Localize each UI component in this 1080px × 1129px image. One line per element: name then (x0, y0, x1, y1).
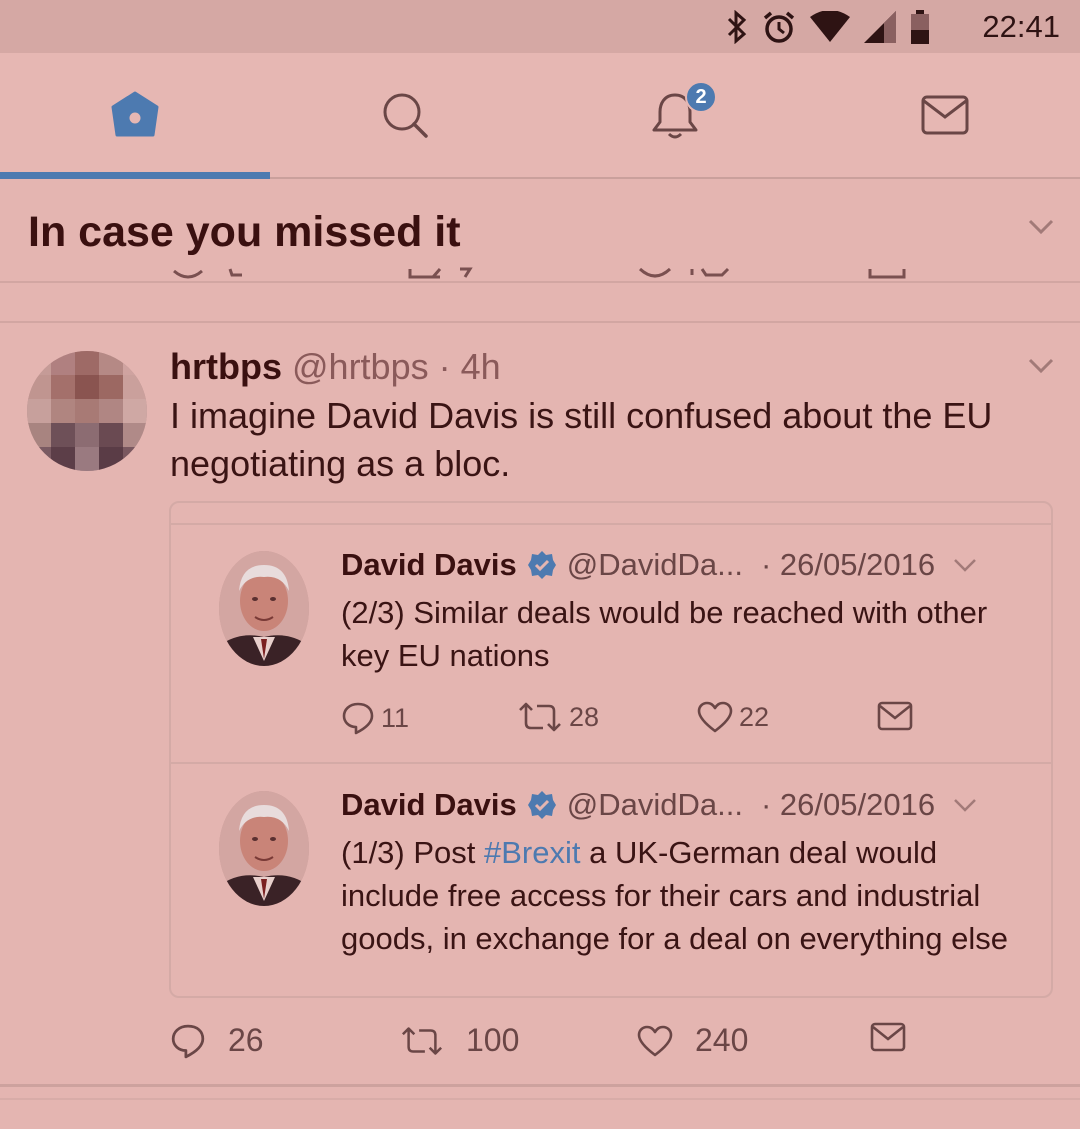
like-count: 240 (695, 1022, 749, 1058)
retweet-count: 28 (569, 701, 600, 732)
reply-icon (171, 1024, 205, 1058)
active-tab-indicator (0, 172, 270, 179)
chevron-down-icon[interactable] (953, 558, 977, 572)
reply-button[interactable]: 11 (341, 701, 409, 735)
mail-icon (877, 701, 913, 731)
home-icon (111, 91, 159, 137)
status-bar: 22:41 (0, 0, 1080, 53)
wifi-icon (810, 11, 850, 42)
tweet-handle-time: @hrtbps · 4h (292, 346, 501, 387)
avatar[interactable] (219, 791, 309, 906)
divider (0, 1084, 1080, 1087)
reply-count: 26 (228, 1022, 264, 1058)
tweet-display-name[interactable]: hrtbps (170, 346, 282, 388)
reply-count: 11 (381, 702, 410, 733)
quoted-tweet-card[interactable]: David Davis @DavidDa... · 26/05/2016 (2/… (169, 501, 1053, 998)
avatar-portrait (219, 551, 309, 666)
quoted-tweet-text: (1/3) Post #Brexit a UK-German deal woul… (341, 831, 1031, 960)
tab-notifications[interactable] (540, 53, 810, 177)
chevron-down-icon[interactable] (1028, 358, 1054, 374)
tab-messages[interactable] (810, 53, 1080, 177)
avatar[interactable] (219, 551, 309, 666)
quoted-handle: @DavidDa... (566, 787, 743, 822)
quoted-text-part: (1/3) Post (341, 835, 484, 870)
retweet-count: 100 (466, 1022, 520, 1058)
notification-badge: 2 (685, 81, 717, 113)
retweet-icon (401, 1026, 443, 1055)
like-count: 22 (739, 701, 770, 732)
retweet-button[interactable]: 100 (400, 1022, 519, 1059)
bluetooth-icon (727, 10, 747, 44)
section-title: In case you missed it (28, 208, 461, 256)
quoted-tweet-text: (2/3) Similar deals would be reached wit… (341, 595, 988, 673)
quoted-date: · 26/05/2016 (760, 547, 936, 582)
verified-icon (527, 551, 556, 579)
mail-icon (921, 95, 969, 135)
clipped-previous-actions (173, 267, 906, 279)
tweet-header: hrtbps @hrtbps · 4h (170, 346, 501, 390)
quoted-handle: @DavidDa... (566, 547, 743, 582)
quoted-tweet-header: David Davis @DavidDa... · 26/05/2016 (341, 787, 977, 823)
quoted-tweet-header: David Davis @DavidDa... · 26/05/2016 (341, 547, 977, 583)
like-button[interactable]: 22 (697, 701, 769, 733)
heart-icon (637, 1025, 673, 1056)
quoted-date: · 26/05/2016 (760, 787, 936, 822)
chevron-down-icon[interactable] (1028, 219, 1054, 235)
quoted-display-name[interactable]: David Davis (341, 787, 517, 823)
status-icons (726, 8, 930, 46)
reply-icon (342, 702, 374, 735)
like-button[interactable]: 240 (637, 1022, 748, 1059)
quoted-tweet-actions: 11 28 22 (341, 701, 913, 741)
avatar[interactable] (27, 351, 147, 471)
search-icon (383, 93, 428, 138)
retweet-icon (519, 702, 561, 732)
tab-search[interactable] (270, 53, 540, 177)
section-header: In case you missed it (0, 181, 1080, 283)
verified-icon (527, 791, 556, 819)
retweet-button[interactable]: 28 (517, 701, 599, 733)
battery-icon (911, 10, 929, 44)
divider (0, 321, 1080, 323)
avatar-portrait (219, 791, 309, 906)
reply-button[interactable]: 26 (170, 1022, 264, 1059)
alarm-icon (763, 11, 795, 43)
nav-tabs (0, 53, 1080, 179)
tweet-actions: 26 100 240 (170, 1022, 1050, 1066)
divider (0, 1098, 1080, 1100)
tab-home[interactable] (0, 53, 270, 177)
dm-button[interactable] (877, 701, 913, 731)
chevron-down-icon[interactable] (953, 798, 977, 812)
tweet-text: I imagine David Davis is still confused … (170, 395, 993, 484)
hashtag-link[interactable]: #Brexit (484, 835, 580, 870)
heart-icon (697, 701, 733, 733)
divider (171, 523, 1051, 525)
dm-button[interactable] (870, 1022, 906, 1052)
status-clock: 22:41 (982, 9, 1060, 44)
quoted-display-name[interactable]: David Davis (341, 547, 517, 583)
divider (171, 762, 1051, 764)
signal-icon (864, 11, 896, 43)
mail-icon (870, 1022, 906, 1052)
